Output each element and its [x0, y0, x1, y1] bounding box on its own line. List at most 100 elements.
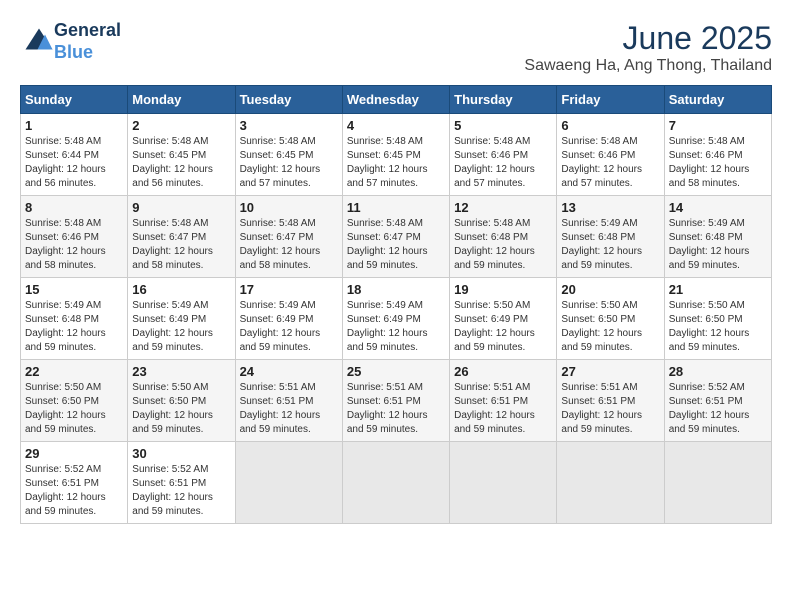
- day-number: 24: [240, 364, 338, 379]
- day-info: Sunrise: 5:50 AMSunset: 6:50 PMDaylight:…: [132, 382, 213, 435]
- day-info: Sunrise: 5:48 AMSunset: 6:44 PMDaylight:…: [25, 136, 106, 189]
- day-info: Sunrise: 5:52 AMSunset: 6:51 PMDaylight:…: [669, 382, 750, 435]
- day-number: 27: [561, 364, 659, 379]
- calendar-week-row: 1 Sunrise: 5:48 AMSunset: 6:44 PMDaylight…: [21, 114, 772, 196]
- calendar-cell: 8 Sunrise: 5:48 AMSunset: 6:46 PMDaylight…: [21, 196, 128, 278]
- calendar-cell: [235, 442, 342, 524]
- calendar-cell: 5 Sunrise: 5:48 AMSunset: 6:46 PMDaylight…: [450, 114, 557, 196]
- calendar-cell: 30 Sunrise: 5:52 AMSunset: 6:51 PMDayligh…: [128, 442, 235, 524]
- calendar-cell: 18 Sunrise: 5:49 AMSunset: 6:49 PMDayligh…: [342, 278, 449, 360]
- calendar-cell: [342, 442, 449, 524]
- location: Sawaeng Ha, Ang Thong, Thailand: [524, 57, 772, 75]
- column-header-tuesday: Tuesday: [235, 86, 342, 114]
- calendar-cell: 13 Sunrise: 5:49 AMSunset: 6:48 PMDayligh…: [557, 196, 664, 278]
- calendar-cell: 1 Sunrise: 5:48 AMSunset: 6:44 PMDaylight…: [21, 114, 128, 196]
- day-info: Sunrise: 5:51 AMSunset: 6:51 PMDaylight:…: [240, 382, 321, 435]
- day-info: Sunrise: 5:49 AMSunset: 6:48 PMDaylight:…: [25, 300, 106, 353]
- day-info: Sunrise: 5:49 AMSunset: 6:48 PMDaylight:…: [561, 218, 642, 271]
- calendar-cell: 16Sunrise: 5:49 AMSunset: 6:49 PMDayligh…: [128, 278, 235, 360]
- calendar-cell: 24 Sunrise: 5:51 AMSunset: 6:51 PMDayligh…: [235, 360, 342, 442]
- day-number: 2: [132, 118, 230, 133]
- day-info: Sunrise: 5:48 AMSunset: 6:47 PMDaylight:…: [347, 218, 428, 271]
- calendar-cell: 19Sunrise: 5:50 AMSunset: 6:49 PMDayligh…: [450, 278, 557, 360]
- day-number: 29: [25, 446, 123, 461]
- day-info: Sunrise: 5:50 AMSunset: 6:49 PMDaylight:…: [454, 300, 535, 353]
- day-info: Sunrise: 5:51 AMSunset: 6:51 PMDaylight:…: [454, 382, 535, 435]
- day-number: 9: [132, 200, 230, 215]
- calendar-table: SundayMondayTuesdayWednesdayThursdayFrid…: [20, 85, 772, 524]
- day-number: 3: [240, 118, 338, 133]
- column-header-friday: Friday: [557, 86, 664, 114]
- calendar-cell: 2 Sunrise: 5:48 AMSunset: 6:45 PMDaylight…: [128, 114, 235, 196]
- day-number: 5: [454, 118, 552, 133]
- day-number: 21: [669, 282, 767, 297]
- day-info: Sunrise: 5:48 AMSunset: 6:46 PMDaylight:…: [25, 218, 106, 271]
- calendar-cell: 12Sunrise: 5:48 AMSunset: 6:48 PMDayligh…: [450, 196, 557, 278]
- day-number: 25: [347, 364, 445, 379]
- column-header-thursday: Thursday: [450, 86, 557, 114]
- day-info: Sunrise: 5:48 AMSunset: 6:46 PMDaylight:…: [454, 136, 535, 189]
- day-info: Sunrise: 5:50 AMSunset: 6:50 PMDaylight:…: [25, 382, 106, 435]
- month-year: June 2025: [524, 20, 772, 57]
- calendar-cell: 27Sunrise: 5:51 AMSunset: 6:51 PMDayligh…: [557, 360, 664, 442]
- column-header-wednesday: Wednesday: [342, 86, 449, 114]
- day-number: 7: [669, 118, 767, 133]
- day-info: Sunrise: 5:48 AMSunset: 6:45 PMDaylight:…: [132, 136, 213, 189]
- logo-icon: [24, 27, 54, 57]
- calendar-cell: 4 Sunrise: 5:48 AMSunset: 6:45 PMDaylight…: [342, 114, 449, 196]
- day-info: Sunrise: 5:51 AMSunset: 6:51 PMDaylight:…: [347, 382, 428, 435]
- column-header-saturday: Saturday: [664, 86, 771, 114]
- column-header-sunday: Sunday: [21, 86, 128, 114]
- day-number: 12: [454, 200, 552, 215]
- day-number: 6: [561, 118, 659, 133]
- calendar-week-row: 22 Sunrise: 5:50 AMSunset: 6:50 PMDayligh…: [21, 360, 772, 442]
- calendar-cell: 21 Sunrise: 5:50 AMSunset: 6:50 PMDayligh…: [664, 278, 771, 360]
- day-info: Sunrise: 5:48 AMSunset: 6:47 PMDaylight:…: [132, 218, 213, 271]
- day-number: 17: [240, 282, 338, 297]
- day-info: Sunrise: 5:52 AMSunset: 6:51 PMDaylight:…: [132, 464, 213, 517]
- day-number: 28: [669, 364, 767, 379]
- day-number: 14: [669, 200, 767, 215]
- calendar-cell: 14Sunrise: 5:49 AMSunset: 6:48 PMDayligh…: [664, 196, 771, 278]
- day-info: Sunrise: 5:50 AMSunset: 6:50 PMDaylight:…: [669, 300, 750, 353]
- day-number: 30: [132, 446, 230, 461]
- calendar-cell: 9 Sunrise: 5:48 AMSunset: 6:47 PMDaylight…: [128, 196, 235, 278]
- day-info: Sunrise: 5:48 AMSunset: 6:47 PMDaylight:…: [240, 218, 321, 271]
- day-info: Sunrise: 5:48 AMSunset: 6:46 PMDaylight:…: [669, 136, 750, 189]
- day-info: Sunrise: 5:48 AMSunset: 6:45 PMDaylight:…: [347, 136, 428, 189]
- calendar-cell: 11 Sunrise: 5:48 AMSunset: 6:47 PMDayligh…: [342, 196, 449, 278]
- logo-text: GeneralBlue: [54, 20, 121, 63]
- calendar-header-row: SundayMondayTuesdayWednesdayThursdayFrid…: [21, 86, 772, 114]
- calendar-cell: 15 Sunrise: 5:49 AMSunset: 6:48 PMDayligh…: [21, 278, 128, 360]
- day-number: 22: [25, 364, 123, 379]
- day-info: Sunrise: 5:49 AMSunset: 6:49 PMDaylight:…: [347, 300, 428, 353]
- day-number: 20: [561, 282, 659, 297]
- day-number: 8: [25, 200, 123, 215]
- day-number: 4: [347, 118, 445, 133]
- calendar-week-row: 29 Sunrise: 5:52 AMSunset: 6:51 PMDayligh…: [21, 442, 772, 524]
- title-block: June 2025 Sawaeng Ha, Ang Thong, Thailan…: [524, 20, 772, 75]
- day-info: Sunrise: 5:49 AMSunset: 6:49 PMDaylight:…: [240, 300, 321, 353]
- page-header: GeneralBlue June 2025 Sawaeng Ha, Ang Th…: [20, 20, 772, 75]
- calendar-cell: 10 Sunrise: 5:48 AMSunset: 6:47 PMDayligh…: [235, 196, 342, 278]
- day-info: Sunrise: 5:48 AMSunset: 6:45 PMDaylight:…: [240, 136, 321, 189]
- day-number: 13: [561, 200, 659, 215]
- calendar-week-row: 8 Sunrise: 5:48 AMSunset: 6:46 PMDaylight…: [21, 196, 772, 278]
- day-number: 11: [347, 200, 445, 215]
- day-number: 1: [25, 118, 123, 133]
- calendar-cell: 25 Sunrise: 5:51 AMSunset: 6:51 PMDayligh…: [342, 360, 449, 442]
- calendar-cell: [557, 442, 664, 524]
- calendar-cell: 29Sunrise: 5:52 AMSunset: 6:51 PMDayligh…: [21, 442, 128, 524]
- calendar-cell: 17 Sunrise: 5:49 AMSunset: 6:49 PMDayligh…: [235, 278, 342, 360]
- calendar-cell: 20 Sunrise: 5:50 AMSunset: 6:50 PMDayligh…: [557, 278, 664, 360]
- day-number: 10: [240, 200, 338, 215]
- calendar-cell: 26 Sunrise: 5:51 AMSunset: 6:51 PMDayligh…: [450, 360, 557, 442]
- day-number: 15: [25, 282, 123, 297]
- column-header-monday: Monday: [128, 86, 235, 114]
- day-info: Sunrise: 5:48 AMSunset: 6:46 PMDaylight:…: [561, 136, 642, 189]
- day-info: Sunrise: 5:50 AMSunset: 6:50 PMDaylight:…: [561, 300, 642, 353]
- calendar-cell: 7 Sunrise: 5:48 AMSunset: 6:46 PMDaylight…: [664, 114, 771, 196]
- day-number: 18: [347, 282, 445, 297]
- day-number: 26: [454, 364, 552, 379]
- calendar-cell: 23Sunrise: 5:50 AMSunset: 6:50 PMDayligh…: [128, 360, 235, 442]
